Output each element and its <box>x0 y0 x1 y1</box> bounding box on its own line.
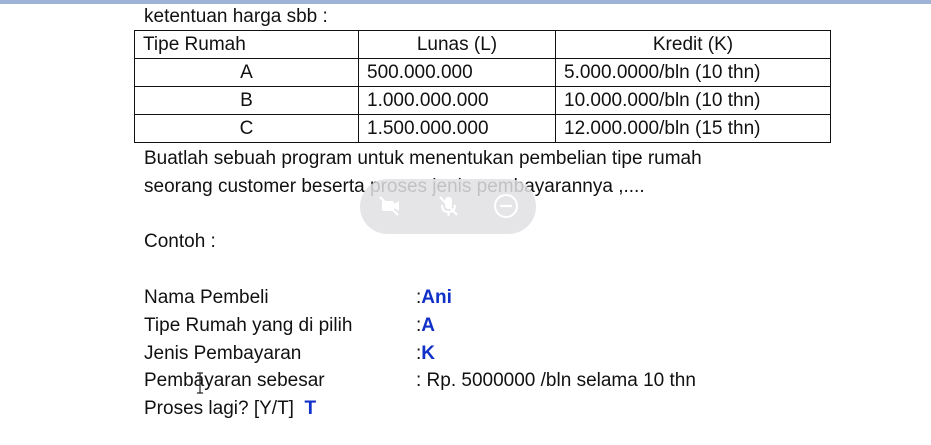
example-value-row: :Ani <box>416 286 452 310</box>
example-value: K <box>421 343 436 364</box>
table-cell: C <box>134 114 359 143</box>
example-value: Ani <box>421 287 452 308</box>
example-value-row: :K <box>416 342 435 366</box>
prompt-line: Proses lagi? [Y/T] T <box>144 397 316 421</box>
prompt-value: T <box>304 398 317 419</box>
example-title: Contoh : <box>144 231 216 252</box>
table-cell: 1.500.000.000 <box>358 114 556 143</box>
example-label: Jenis Pembayaran <box>144 343 302 364</box>
table-header-cell: Kredit (K) <box>555 30 831 59</box>
example-value: A <box>421 315 436 336</box>
example-value-row: :A <box>416 314 435 338</box>
window-top-bar <box>0 0 931 4</box>
table-header-cell: Lunas (L) <box>358 30 556 59</box>
text-cursor-icon <box>197 372 203 394</box>
example-label: Tipe Rumah yang di pilih <box>144 315 353 336</box>
example-value-row: : Rp. 5000000 /bln selama 10 thn <box>416 369 696 393</box>
table-cell: 500.000.000 <box>358 58 556 87</box>
table-cell: 10.000.000/bln (10 thn) <box>555 86 831 115</box>
price-table: Tipe Rumah Lunas (L) Kredit (K) A 500.00… <box>134 30 831 143</box>
prompt-label: Proses lagi? [Y/T] <box>144 398 294 419</box>
table-header-row: Tipe Rumah Lunas (L) Kredit (K) <box>134 30 831 59</box>
meeting-control-bar <box>360 179 536 234</box>
table-cell: 5.000.0000/bln (10 thn) <box>555 58 831 87</box>
table-row: C 1.500.000.000 12.000.000/bln (15 thn) <box>134 114 831 143</box>
table-row: A 500.000.000 5.000.0000/bln (10 thn) <box>134 58 831 87</box>
table-header-cell: Tipe Rumah <box>134 30 359 59</box>
table-cell: A <box>134 58 359 87</box>
minus-circle-icon[interactable] <box>493 193 519 219</box>
table-cell: B <box>134 86 359 115</box>
mic-off-icon[interactable] <box>435 193 461 219</box>
video-off-icon[interactable] <box>376 193 402 219</box>
paragraph-line: Buatlah sebuah program untuk menentukan … <box>144 148 702 169</box>
table-cell: 12.000.000/bln (15 thn) <box>555 114 831 143</box>
example-label: Pembayaran sebesar <box>144 370 325 391</box>
payment-text: : Rp. 5000000 /bln selama 10 thn <box>416 370 696 391</box>
table-cell: 1.000.000.000 <box>358 86 556 115</box>
intro-text: ketentuan harga sbb : <box>144 6 328 27</box>
example-label: Nama Pembeli <box>144 287 269 308</box>
table-row: B 1.000.000.000 10.000.000/bln (10 thn) <box>134 86 831 115</box>
